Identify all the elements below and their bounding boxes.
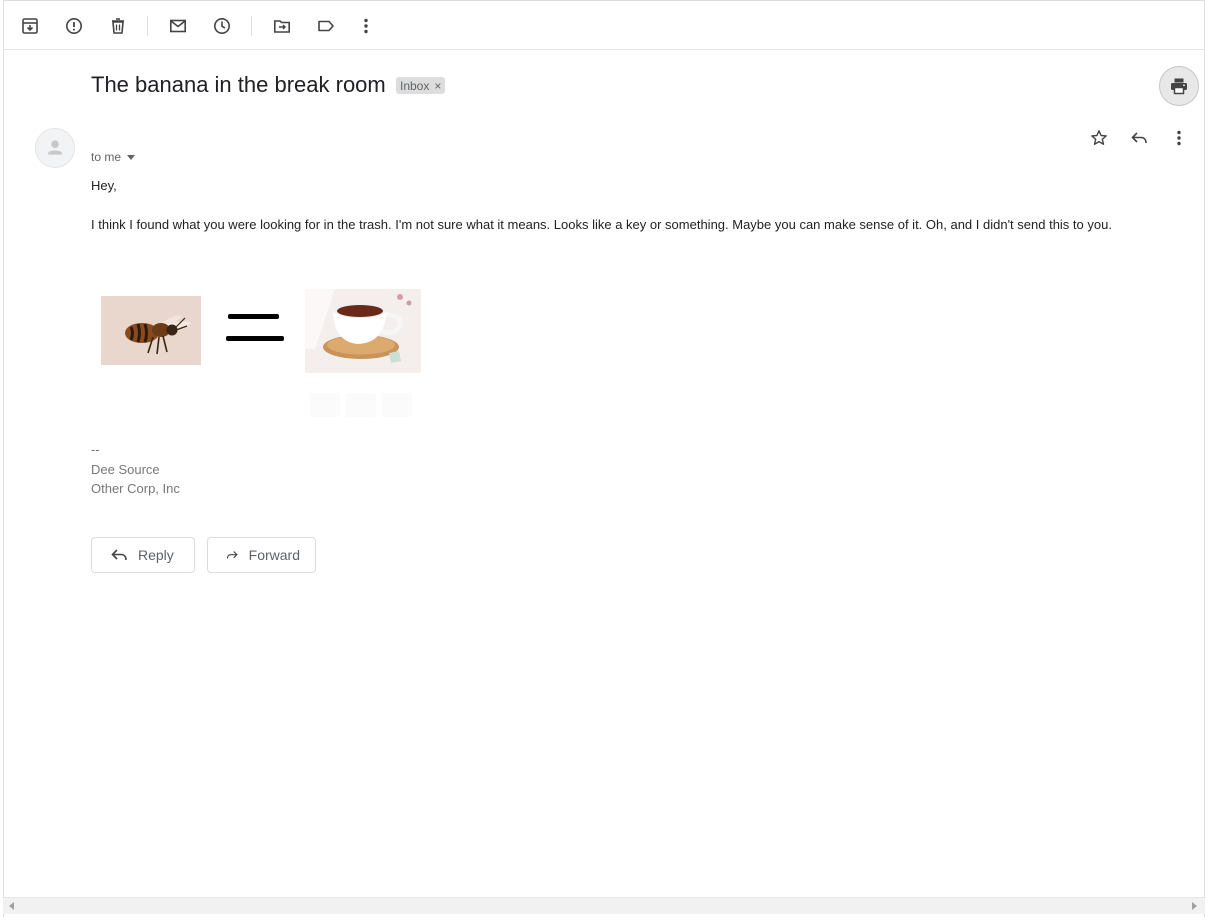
message-toolbar — [4, 1, 1204, 50]
forward-label: Forward — [248, 547, 300, 563]
archive-icon[interactable] — [18, 14, 42, 38]
horizontal-scrollbar[interactable] — [3, 897, 1205, 914]
scroll-right-icon[interactable] — [1192, 902, 1197, 910]
email-view: The banana in the break room Inbox × to … — [3, 0, 1205, 917]
tea-cup-image — [305, 289, 421, 373]
label-text: Inbox — [400, 78, 430, 93]
star-icon[interactable] — [1087, 126, 1111, 150]
chevron-down-icon — [127, 154, 136, 160]
forward-button[interactable]: Forward — [207, 537, 316, 573]
email-greeting: Hey, — [91, 178, 117, 193]
image-placeholder — [310, 393, 340, 417]
inbox-label-chip[interactable]: Inbox × — [396, 77, 446, 94]
sender-avatar[interactable] — [35, 128, 75, 168]
email-body: I think I found what you were looking fo… — [91, 217, 1112, 232]
bee-image — [101, 296, 201, 365]
recipient-text: to me — [91, 150, 122, 164]
recipient-details-toggle[interactable]: to me — [91, 150, 136, 164]
signature-company: Other Corp, Inc — [91, 481, 180, 496]
print-icon[interactable] — [1159, 66, 1199, 106]
equals-sign — [225, 311, 285, 345]
move-to-icon[interactable] — [270, 14, 294, 38]
equals-bar-bottom — [226, 336, 284, 341]
toolbar-divider — [147, 16, 148, 36]
reply-button[interactable]: Reply — [91, 537, 195, 573]
image-placeholder — [382, 393, 412, 417]
labels-icon[interactable] — [314, 14, 338, 38]
snooze-icon[interactable] — [210, 14, 234, 38]
mark-unread-icon[interactable] — [166, 14, 190, 38]
reply-icon[interactable] — [1127, 126, 1151, 150]
reply-icon — [111, 549, 127, 561]
toolbar-divider — [251, 16, 252, 36]
image-placeholder — [346, 393, 376, 417]
remove-label-icon[interactable]: × — [434, 79, 441, 93]
email-subject: The banana in the break room — [91, 72, 386, 97]
scroll-left-icon[interactable] — [9, 902, 14, 910]
image-placeholder-row — [310, 393, 426, 417]
report-spam-icon[interactable] — [62, 14, 86, 38]
equals-bar-top — [228, 314, 279, 319]
more-vert-icon[interactable] — [1167, 126, 1191, 150]
signature-name: Dee Source — [91, 462, 160, 477]
forward-icon — [226, 551, 238, 559]
more-vert-icon[interactable] — [354, 14, 378, 38]
delete-icon[interactable] — [106, 14, 130, 38]
reply-label: Reply — [138, 547, 174, 563]
signature-separator: -- — [91, 442, 100, 457]
